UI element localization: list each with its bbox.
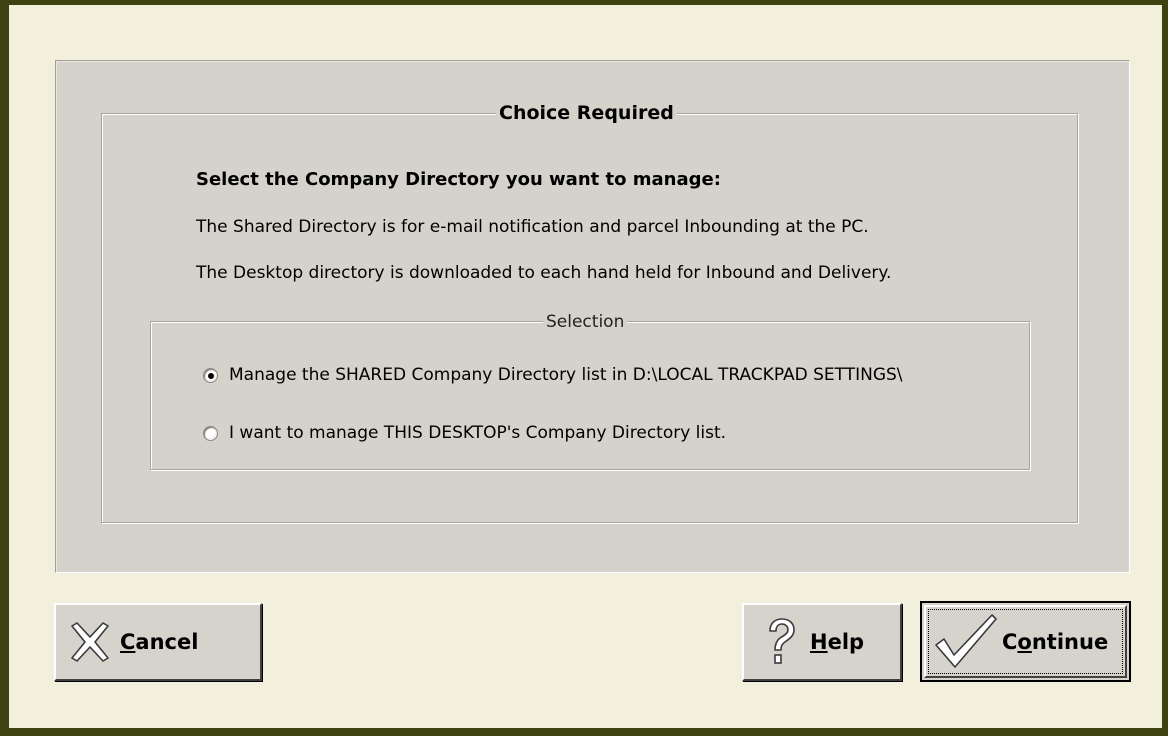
- continue-button[interactable]: Continue: [920, 601, 1131, 682]
- x-icon: [71, 622, 109, 662]
- instruction-heading: Select the Company Directory you want to…: [196, 169, 721, 190]
- radio-label-shared: Manage the SHARED Company Directory list…: [229, 365, 903, 385]
- radio-button-desktop[interactable]: [203, 425, 218, 441]
- selection-title: Selection: [543, 311, 628, 333]
- selection-group: [150, 321, 1030, 470]
- continue-label: Continue: [1002, 629, 1109, 654]
- shared-directory-description: The Shared Directory is for e-mail notif…: [196, 217, 869, 237]
- question-icon: [769, 618, 795, 664]
- cancel-button[interactable]: Cancel: [54, 603, 262, 681]
- cancel-label: Cancel: [120, 630, 199, 654]
- checkmark-icon: [935, 613, 997, 668]
- help-label: Help: [810, 630, 865, 654]
- radio-selected-dot: [208, 372, 214, 379]
- choice-required-title: Choice Required: [496, 101, 677, 125]
- continue-button-face: Continue: [924, 605, 1127, 678]
- radio-button-shared[interactable]: [203, 367, 218, 383]
- radio-option-desktop[interactable]: I want to manage THIS DESKTOP's Company …: [203, 422, 726, 444]
- radio-label-desktop: I want to manage THIS DESKTOP's Company …: [229, 423, 727, 443]
- help-button[interactable]: Help: [742, 603, 902, 681]
- desktop-directory-description: The Desktop directory is downloaded to e…: [196, 263, 892, 283]
- radio-option-shared[interactable]: Manage the SHARED Company Directory list…: [203, 364, 903, 386]
